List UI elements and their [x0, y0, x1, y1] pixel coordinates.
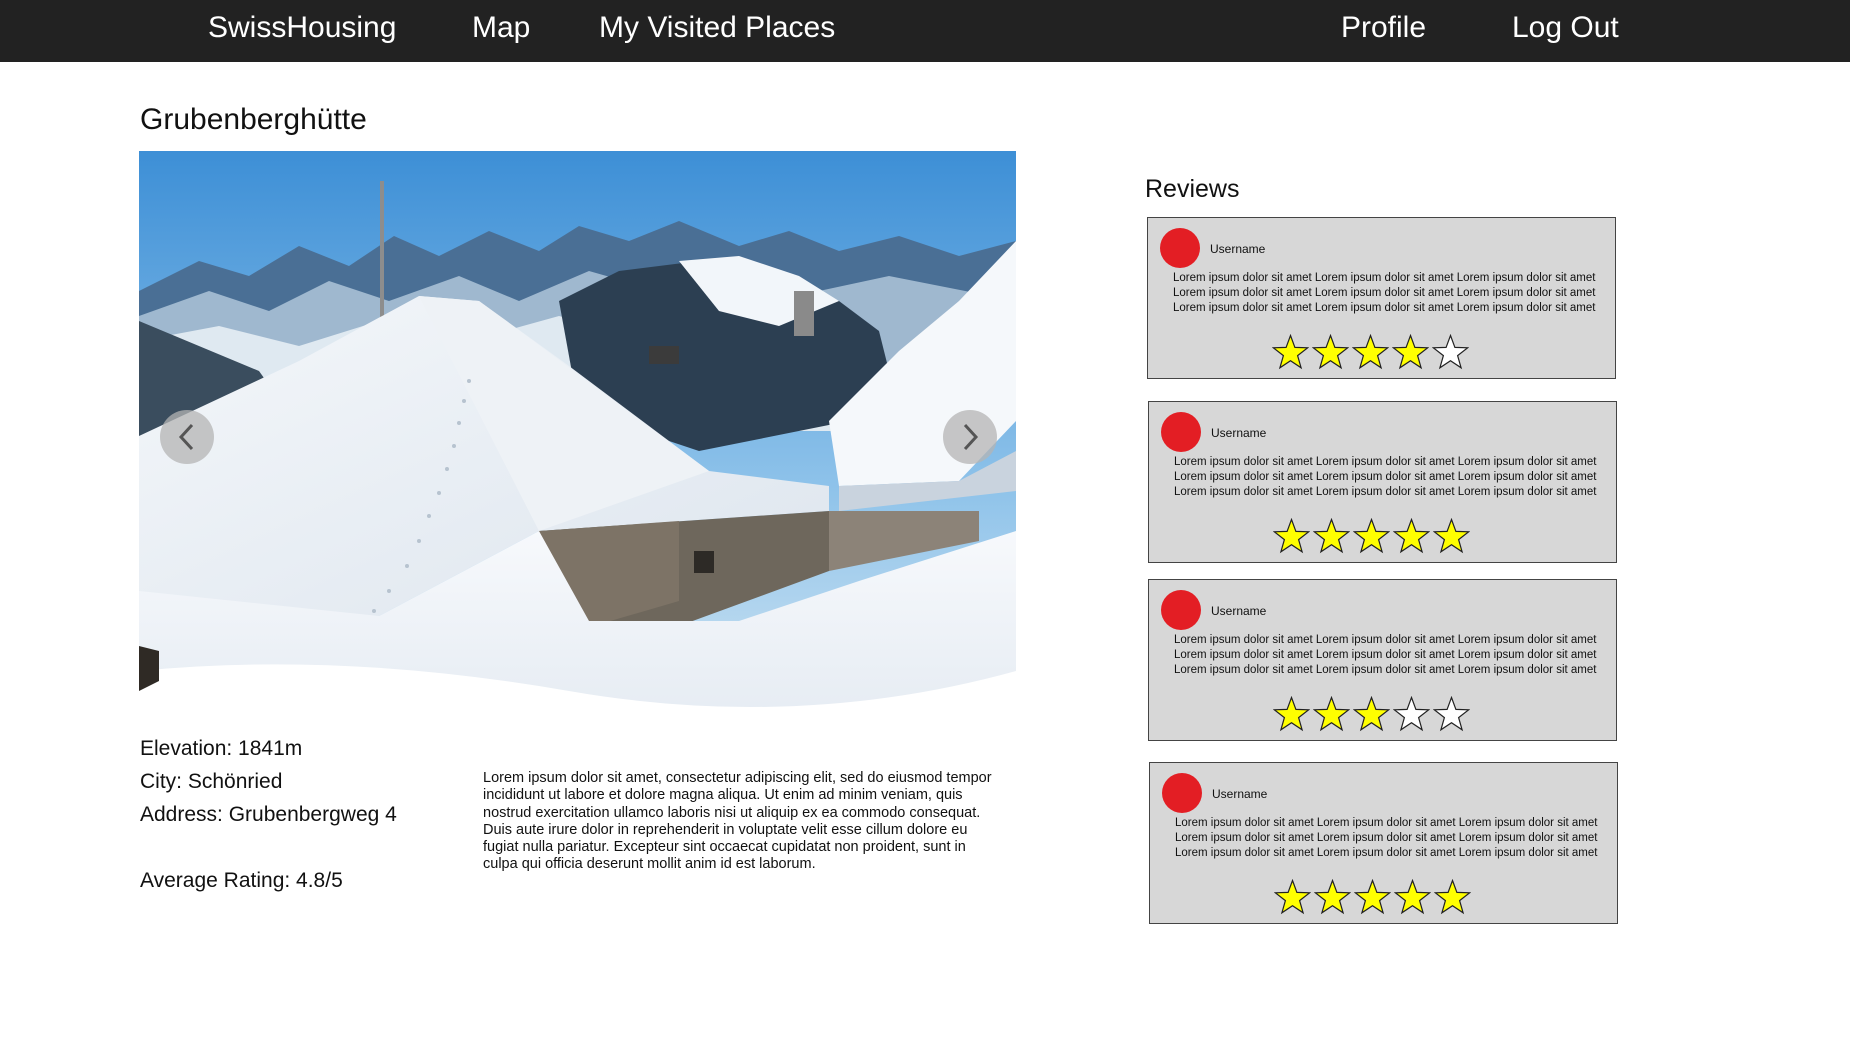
star-rating: [1272, 334, 1469, 371]
star-filled-icon: [1353, 696, 1390, 732]
review-card: Username Lorem ipsum dolor sit amet Lore…: [1148, 579, 1617, 741]
hut-photo: [139, 151, 1016, 716]
chevron-left-icon: [178, 423, 194, 451]
star-rating: [1273, 518, 1470, 555]
avatar: [1161, 412, 1201, 452]
review-text: Lorem ipsum dolor sit amet Lorem ipsum d…: [1174, 456, 1597, 498]
average-rating-text: Average Rating: 4.8/5: [140, 869, 343, 892]
carousel-prev-button[interactable]: [160, 410, 214, 464]
star-empty-icon: [1393, 696, 1430, 732]
star-empty-icon: [1432, 334, 1469, 370]
nav-profile-link[interactable]: Profile: [1341, 11, 1426, 45]
top-navbar: SwissHousing Map My Visited Places Profi…: [0, 0, 1850, 62]
star-filled-icon: [1353, 518, 1390, 554]
carousel-next-button[interactable]: [943, 410, 997, 464]
star-filled-icon: [1352, 334, 1389, 370]
review-username: Username: [1210, 242, 1266, 256]
star-rating: [1274, 879, 1471, 916]
review-username: Username: [1211, 426, 1267, 440]
review-card: Username Lorem ipsum dolor sit amet Lore…: [1148, 401, 1617, 563]
star-filled-icon: [1272, 334, 1309, 370]
star-empty-icon: [1433, 696, 1470, 732]
chevron-right-icon: [963, 423, 979, 451]
star-rating: [1273, 696, 1470, 733]
review-text: Lorem ipsum dolor sit amet Lorem ipsum d…: [1175, 817, 1598, 859]
page-title: Grubenberghütte: [140, 103, 367, 136]
city-text: City: Schönried: [140, 770, 283, 793]
review-text: Lorem ipsum dolor sit amet Lorem ipsum d…: [1173, 272, 1596, 314]
reviews-heading: Reviews: [1145, 175, 1240, 203]
star-filled-icon: [1354, 879, 1391, 915]
star-filled-icon: [1313, 518, 1350, 554]
avatar: [1161, 590, 1201, 630]
review-username: Username: [1212, 787, 1268, 801]
star-filled-icon: [1273, 696, 1310, 732]
nav-map-link[interactable]: Map: [472, 11, 530, 45]
avatar: [1162, 773, 1202, 813]
star-filled-icon: [1314, 879, 1351, 915]
star-filled-icon: [1394, 879, 1431, 915]
photo-carousel: [139, 151, 1016, 716]
star-filled-icon: [1393, 518, 1430, 554]
review-card: Username Lorem ipsum dolor sit amet Lore…: [1149, 762, 1618, 924]
star-filled-icon: [1273, 518, 1310, 554]
review-username: Username: [1211, 604, 1267, 618]
review-text: Lorem ipsum dolor sit amet Lorem ipsum d…: [1174, 634, 1597, 676]
nav-brand-link[interactable]: SwissHousing: [208, 11, 396, 45]
star-filled-icon: [1312, 334, 1349, 370]
star-filled-icon: [1392, 334, 1429, 370]
star-filled-icon: [1433, 518, 1470, 554]
nav-visited-places-link[interactable]: My Visited Places: [599, 11, 835, 45]
review-card: Username Lorem ipsum dolor sit amet Lore…: [1147, 217, 1616, 379]
star-filled-icon: [1434, 879, 1471, 915]
place-description: Lorem ipsum dolor sit amet, consectetur …: [483, 770, 992, 873]
star-filled-icon: [1313, 696, 1350, 732]
star-filled-icon: [1274, 879, 1311, 915]
avatar: [1160, 228, 1200, 268]
address-text: Address: Grubenbergweg 4: [140, 803, 397, 826]
elevation-text: Elevation: 1841m: [140, 737, 303, 760]
nav-logout-link[interactable]: Log Out: [1512, 11, 1619, 45]
